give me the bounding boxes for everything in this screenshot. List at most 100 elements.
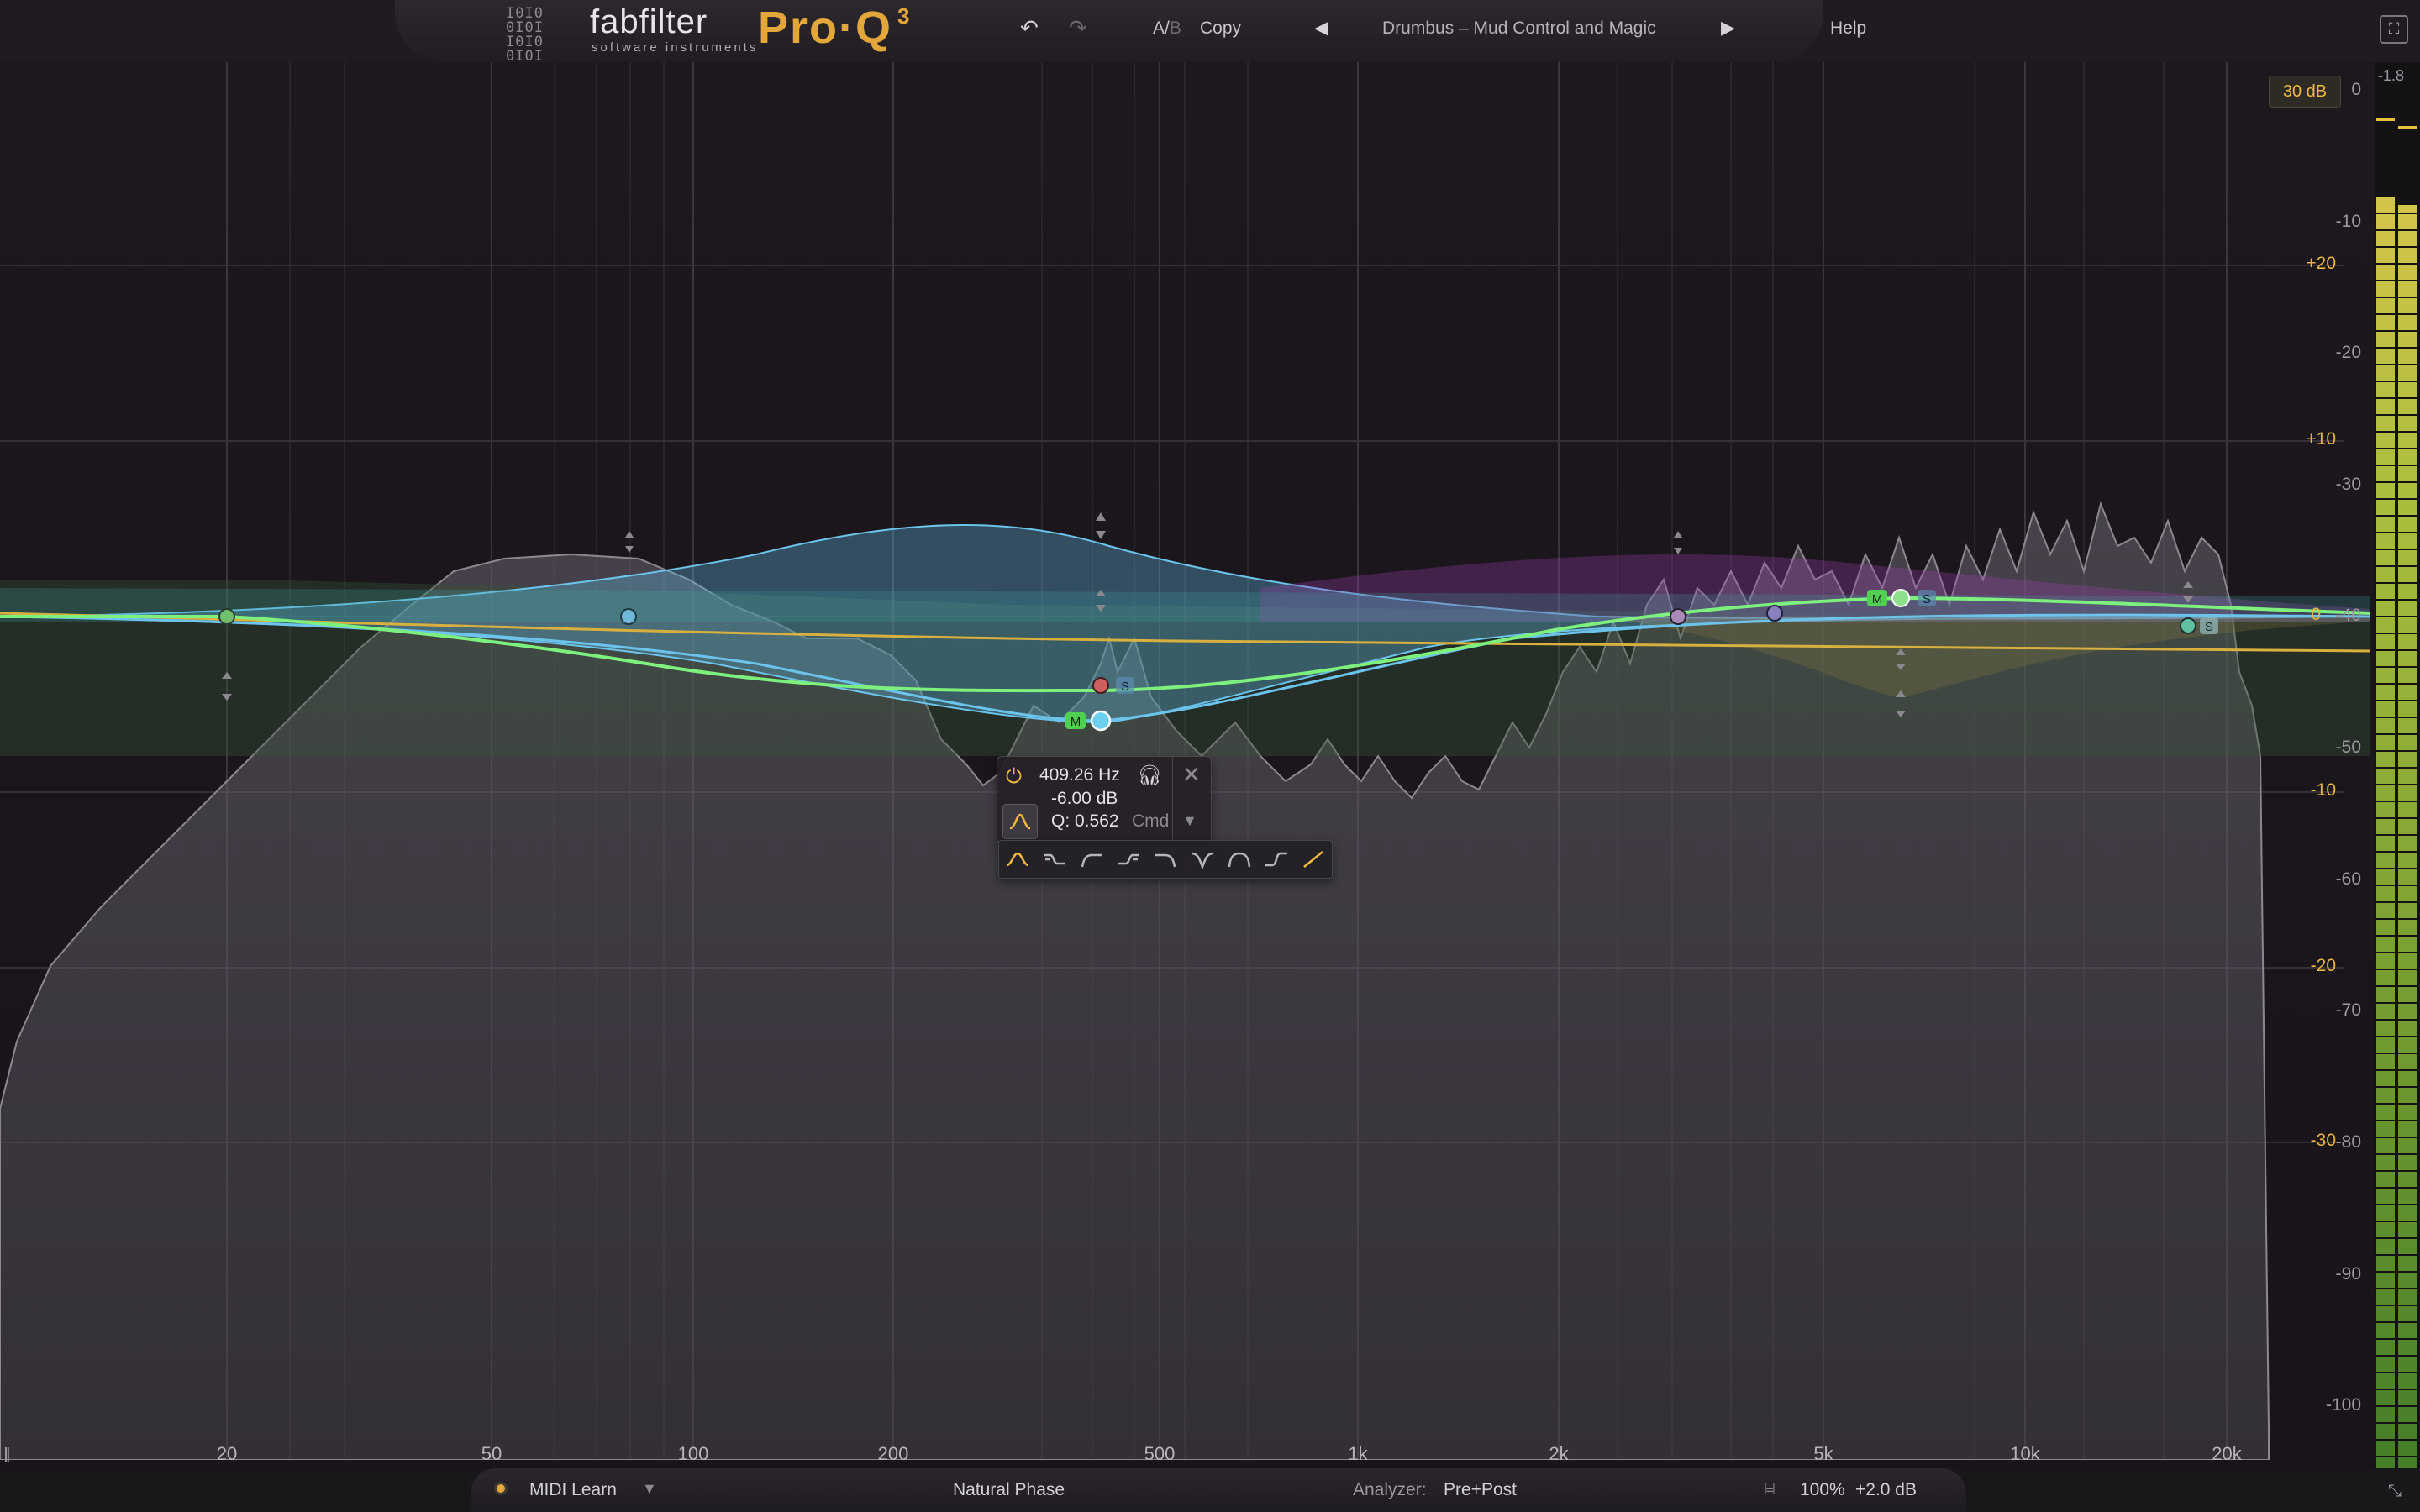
fullscreen-icon[interactable]: ⛶	[2380, 15, 2408, 44]
piano-keyboard-icon[interactable]: 𝄃	[5, 1445, 9, 1467]
preset-name[interactable]: Drumbus – Mud Control and Magic	[1382, 18, 1656, 39]
redo-icon[interactable]: ↷	[1069, 15, 1087, 41]
filter-shape-selector	[998, 840, 1333, 879]
freq-label: 20k	[2212, 1443, 2242, 1464]
chevron-down-icon[interactable]: ▼	[1182, 812, 1197, 830]
output-settings-icon[interactable]: ⌸	[1765, 1480, 1775, 1499]
shape-bell-button[interactable]	[999, 841, 1036, 878]
freq-label: 20	[216, 1443, 238, 1464]
product-name: Pro·Q	[758, 3, 893, 53]
shape-high-shelf-button[interactable]	[1110, 841, 1147, 878]
shape-low-shelf-button[interactable]	[1036, 841, 1073, 878]
marker-mid-selected: M	[1071, 715, 1081, 729]
spectrum-scale-label: -100	[2325, 1395, 2361, 1415]
analyzer-label: Analyzer:	[1353, 1480, 1427, 1499]
shape-low-cut-button[interactable]	[1073, 841, 1110, 878]
spectrum-scale-label: -40	[2335, 606, 2361, 625]
notch-icon	[1191, 852, 1214, 869]
shape-tilt-shelf-button[interactable]	[1258, 841, 1295, 878]
band-node-mid-high[interactable]	[1891, 589, 1910, 607]
meter-peak-hold-right	[2398, 126, 2417, 129]
band-frequency-value[interactable]: 409.26 Hz	[1039, 765, 1120, 785]
band-gain-value[interactable]: -6.00 dB	[1051, 789, 1118, 809]
next-preset-icon[interactable]: ▶	[1721, 17, 1735, 39]
band-node-selected[interactable]	[1090, 710, 1112, 732]
band-node-violet[interactable]	[1766, 605, 1783, 622]
gain-scale-control[interactable]: 100%	[1800, 1480, 1845, 1500]
marker-side-red: S	[1121, 680, 1129, 694]
close-icon[interactable]: ✕	[1182, 762, 1201, 788]
shape-high-cut-button[interactable]	[1147, 841, 1184, 878]
meter-bars-svg	[2375, 118, 2420, 1473]
freq-label: 100	[677, 1443, 709, 1464]
bell-shape-button[interactable]	[1002, 804, 1038, 839]
copy-button[interactable]: Copy	[1200, 18, 1241, 39]
low-shelf-icon	[1044, 853, 1065, 865]
band-node-lowshelf[interactable]	[218, 608, 235, 625]
popup-divider	[1172, 757, 1173, 843]
meter-peak-readout: -1.8	[2378, 67, 2405, 84]
logo-brand: fabfilter	[590, 3, 708, 40]
spectrum-scale-label: -10	[2335, 212, 2361, 231]
fabfilter-logo: I0I0 0I0I I0I0 0I0I fabfilter software inst…	[496, 2, 933, 64]
bell-shape-icon	[1009, 813, 1031, 830]
spectrum-scale-label: -90	[2335, 1264, 2361, 1284]
meter-right-bar	[2398, 205, 2417, 1473]
spectrum-scale-label: 0	[2351, 80, 2361, 99]
freq-label: 5k	[1813, 1443, 1833, 1464]
band-q-modifier: Cmd	[1132, 811, 1170, 831]
spectrum-scale-label: -50	[2335, 738, 2361, 757]
meter-peak-hold-left	[2376, 118, 2395, 121]
headphones-solo-icon[interactable]: 🎧︎	[1137, 764, 1162, 788]
freq-label: 200	[877, 1443, 909, 1464]
band-power-icon[interactable]: ⏻	[1006, 765, 1022, 789]
shape-notch-button[interactable]	[1184, 841, 1221, 878]
help-button[interactable]: Help	[1830, 18, 1866, 39]
freq-label: 2k	[1549, 1443, 1569, 1464]
band-edit-popup: ⏻ 409.26 Hz -6.00 dB Q: 0.562 Cmd 🎧︎ ✕ ▼	[997, 756, 1212, 843]
bell-icon	[1006, 852, 1029, 867]
analyzer-mode-selector[interactable]: Pre+Post	[1444, 1480, 1517, 1500]
phase-mode-selector[interactable]: Natural Phase	[953, 1480, 1065, 1500]
midi-learn-button[interactable]: MIDI Learn	[529, 1480, 617, 1500]
resize-handle-icon[interactable]: ⤡	[2388, 1482, 2402, 1501]
shape-flat-tilt-button[interactable]	[1295, 841, 1332, 878]
gain-scale-label: -10	[2310, 780, 2336, 800]
tilt-shelf-icon	[1265, 852, 1287, 867]
gain-scale-label: -20	[2310, 956, 2336, 975]
freq-label: 50	[481, 1443, 502, 1464]
freq-label: 10k	[2010, 1443, 2040, 1464]
chevron-down-icon[interactable]: ▼	[642, 1480, 657, 1498]
gain-scale-label: +10	[2306, 429, 2336, 449]
ab-toggle[interactable]: A/B	[1153, 18, 1181, 39]
logo-binary-icon: I0I0 0I0I I0I0 0I0I	[506, 5, 544, 65]
band-q-value[interactable]: Q: 0.562	[1051, 811, 1119, 832]
marker-side-high: S	[1923, 592, 1931, 606]
shape-band-pass-button[interactable]	[1221, 841, 1258, 878]
flat-tilt-icon	[1303, 851, 1323, 868]
marker-side-teal: S	[2205, 620, 2213, 634]
freq-label: 1k	[1348, 1443, 1368, 1464]
gain-scale-label: +20	[2306, 254, 2336, 273]
undo-icon[interactable]: ↶	[1020, 15, 1039, 41]
midi-learn-led[interactable]	[494, 1482, 508, 1495]
spectrum-scale-label: -30	[2335, 475, 2361, 494]
low-cut-icon	[1081, 853, 1102, 868]
high-shelf-icon	[1118, 853, 1139, 865]
pro-q3-window: I0I0 0I0I I0I0 0I0I fabfilter software inst…	[0, 0, 2420, 1512]
output-level-meter	[2375, 62, 2420, 1482]
prev-preset-icon[interactable]: ◀	[1314, 17, 1328, 39]
band-node-teal-side[interactable]	[2180, 617, 2196, 634]
spectrum-scale-label: -70	[2335, 1000, 2361, 1020]
bottom-plate	[471, 1468, 1966, 1512]
product-version: 3	[897, 3, 910, 29]
output-gain-control[interactable]: +2.0 dB	[1855, 1480, 1917, 1500]
band-node-purple[interactable]	[1670, 608, 1686, 625]
high-cut-icon	[1155, 853, 1176, 868]
marker-mid-high: M	[1872, 592, 1883, 606]
band-node-red-side[interactable]	[1092, 677, 1109, 694]
band-node-blue-low[interactable]	[620, 608, 637, 625]
logo-subtitle: software instruments	[592, 40, 759, 55]
spectrum-scale-label: -20	[2335, 343, 2361, 362]
ab-a-label: A/	[1153, 18, 1170, 38]
